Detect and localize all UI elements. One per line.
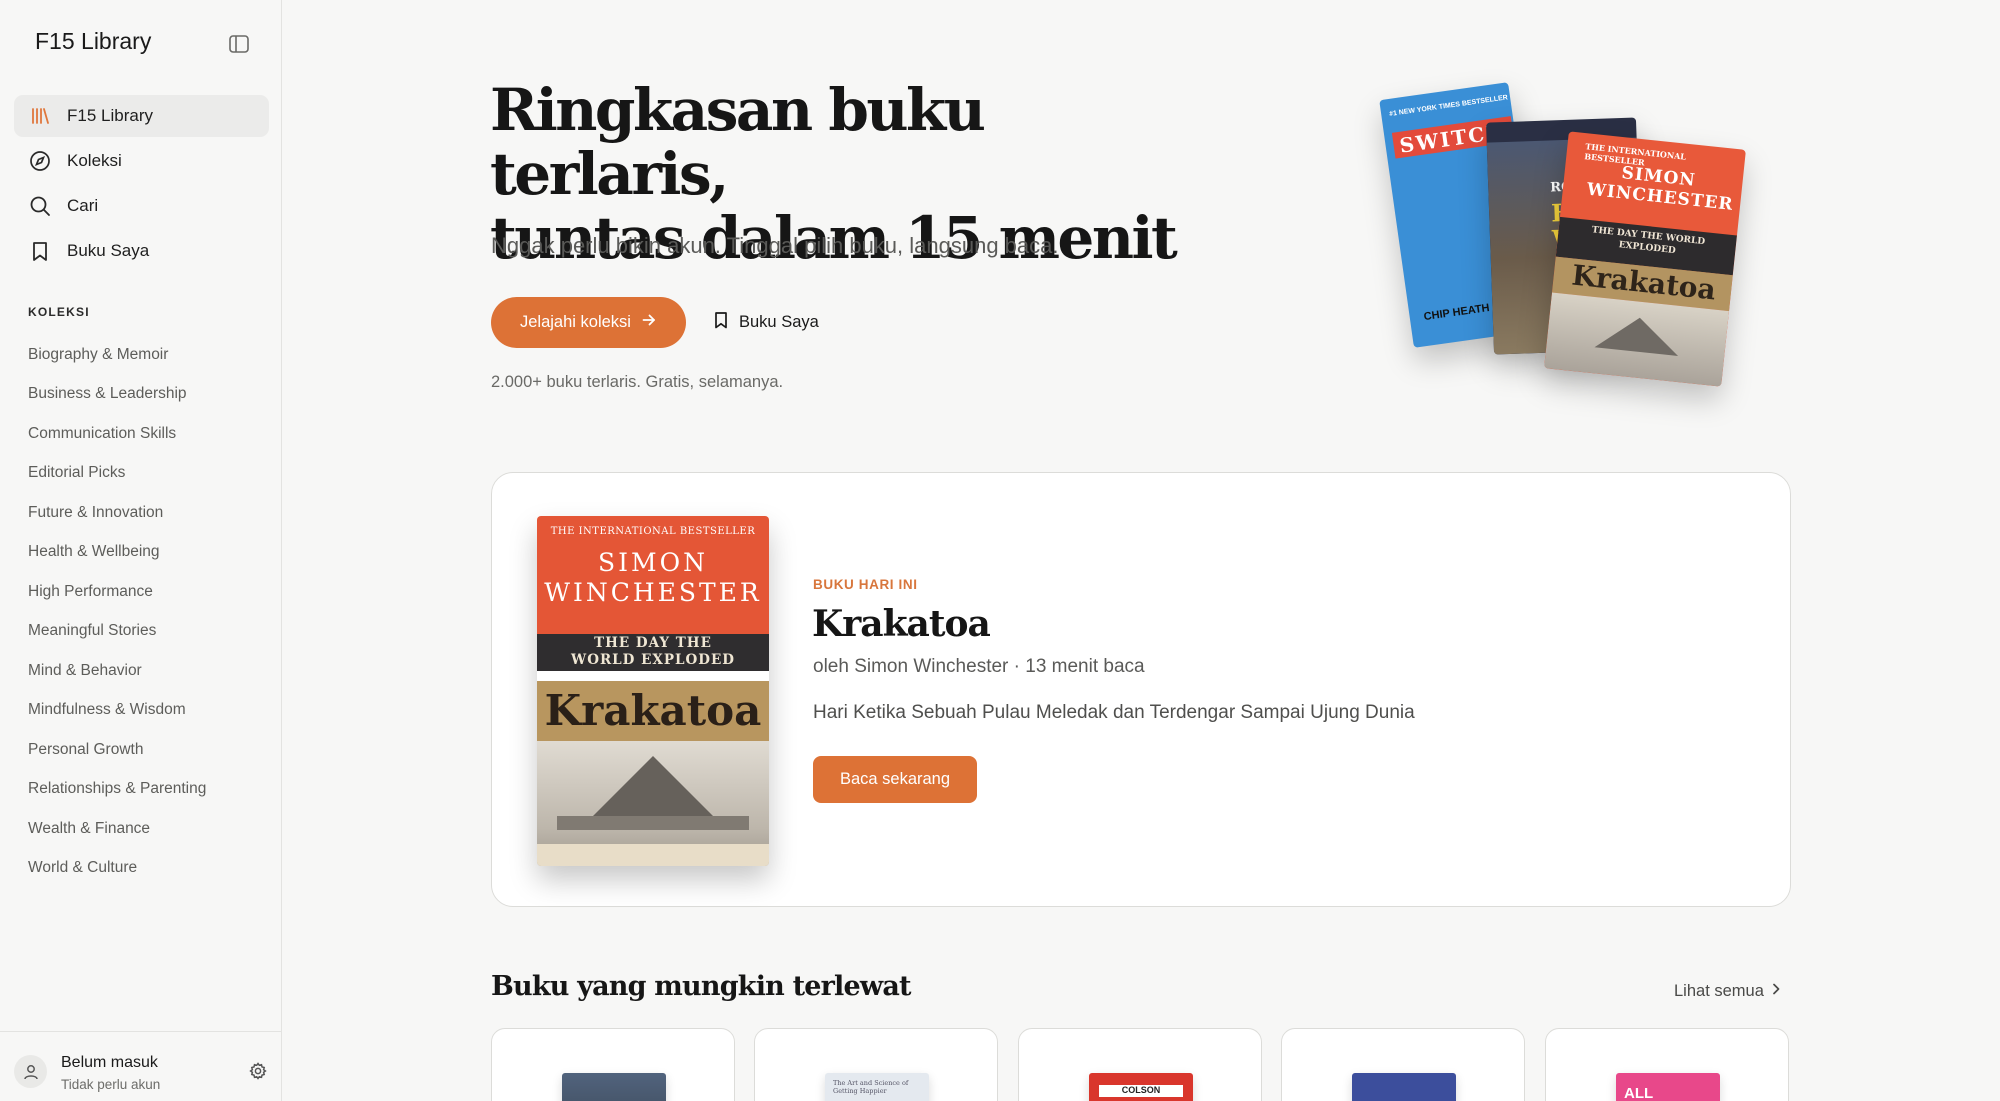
book-cover: COLSON (1089, 1073, 1193, 1101)
book-cover-label: ALL (1624, 1085, 1654, 1101)
nav-item-cari[interactable]: Cari (14, 185, 269, 227)
brand-title: F15 Library (35, 28, 152, 54)
category-link[interactable]: Meaningful Stories (28, 612, 206, 652)
nav-label: Cari (67, 196, 99, 215)
my-books-label: Buku Saya (739, 312, 819, 331)
read-now-button[interactable]: Baca sekarang (813, 756, 977, 803)
featured-book-cover[interactable]: THE INTERNATIONAL BESTSELLER SIMON WINCH… (537, 516, 769, 866)
bookmark-icon (29, 240, 51, 262)
chevron-right-icon (1770, 982, 1782, 1001)
featured-eyebrow: BUKU HARI INI (813, 577, 918, 592)
hero-note: 2.000+ buku terlaris. Gratis, selamanya. (491, 373, 784, 391)
explore-collection-label: Jelajahi koleksi (520, 313, 631, 331)
category-link[interactable]: Future & Innovation (28, 493, 206, 533)
book-cover (1352, 1073, 1456, 1101)
featured-title[interactable]: Krakatoa (812, 603, 991, 645)
book-card[interactable] (1281, 1028, 1525, 1101)
featured-meta: oleh Simon Winchester · 13 menit baca (813, 656, 1145, 677)
category-list: Biography & Memoir Business & Leadership… (28, 335, 206, 888)
hero-subtitle: Nggak perlu bikin akun. Tinggal pilih bu… (491, 233, 1059, 258)
category-link[interactable]: Personal Growth (28, 730, 206, 770)
category-link[interactable]: World & Culture (28, 849, 206, 889)
nav-item-koleksi[interactable]: Koleksi (14, 140, 269, 182)
cover-sub-line1: THE DAY THE (594, 635, 712, 651)
library-icon (29, 105, 51, 127)
nav-label: Buku Saya (67, 241, 150, 260)
cover-sub-line2: WORLD EXPLODED (571, 652, 735, 668)
category-link[interactable]: Relationships & Parenting (28, 770, 206, 810)
nav-item-library[interactable]: F15 Library (14, 95, 269, 137)
explore-collection-button[interactable]: Jelajahi koleksi (491, 297, 686, 348)
category-link[interactable]: Health & Wellbeing (28, 533, 206, 573)
book-card[interactable]: COLSON (1018, 1028, 1262, 1101)
cover-author-line2: WINCHESTER (544, 578, 762, 607)
category-link[interactable]: Editorial Picks (28, 454, 206, 494)
missed-books-heading: Buku yang mungkin terlewat (491, 971, 912, 1002)
category-link[interactable]: Biography & Memoir (28, 335, 206, 375)
hero-book-krakatoa: THE INTERNATIONAL BESTSELLER SIMON WINCH… (1544, 131, 1746, 387)
cover-top-label: THE INTERNATIONAL BESTSELLER (550, 526, 756, 537)
user-name: Belum masuk (61, 1054, 158, 1071)
search-icon (29, 195, 51, 217)
compass-icon (29, 150, 51, 172)
category-link[interactable]: Wealth & Finance (28, 809, 206, 849)
featured-description: Hari Ketika Sebuah Pulau Meledak dan Ter… (813, 702, 1415, 723)
category-link[interactable]: Mindfulness & Wisdom (28, 691, 206, 731)
book-card[interactable]: ALL (1545, 1028, 1789, 1101)
book-card[interactable] (491, 1028, 735, 1101)
nav-label: Koleksi (67, 151, 122, 170)
category-link[interactable]: Mind & Behavior (28, 651, 206, 691)
sidebar-toggle-icon[interactable] (226, 31, 252, 57)
user-subtitle: Tidak perlu akun (61, 1077, 161, 1092)
book-cover: ALL (1616, 1073, 1720, 1101)
category-link[interactable]: Business & Leadership (28, 375, 206, 415)
book-cover-label: COLSON (1121, 1085, 1161, 1095)
cover-title: Krakatoa (544, 686, 762, 735)
book-cover-label: The Art and Science of Getting Happier (833, 1079, 909, 1095)
book-card[interactable]: The Art and Science of Getting Happier (754, 1028, 998, 1101)
user-avatar-icon (14, 1055, 47, 1088)
featured-book-card: THE INTERNATIONAL BESTSELLER SIMON WINCH… (491, 472, 1791, 907)
cover-author-line1: SIMON (598, 548, 708, 577)
category-link[interactable]: High Performance (28, 572, 206, 612)
see-all-link[interactable]: Lihat semua (1674, 982, 1782, 1001)
see-all-label: Lihat semua (1674, 982, 1764, 1000)
sidebar: F15 Library F15 Library Koleksi Cari Buk… (0, 0, 282, 1101)
book-top-label: #1 NEW YORK TIMES BESTSELLER (1388, 94, 1509, 118)
nav-item-buku-saya[interactable]: Buku Saya (14, 230, 269, 272)
settings-gear-icon[interactable] (247, 1060, 269, 1082)
arrow-right-icon (641, 312, 657, 333)
user-panel[interactable]: Belum masuk Tidak perlu akun (0, 1031, 282, 1101)
book-cover: The Art and Science of Getting Happier (825, 1073, 929, 1101)
category-link[interactable]: Communication Skills (28, 414, 206, 454)
hero-title-line1: Ringkasan buku terlaris, (490, 76, 986, 208)
koleksi-section-title: KOLEKSI (28, 305, 90, 319)
bookmark-icon (713, 311, 729, 334)
nav-label: F15 Library (67, 106, 153, 125)
my-books-button[interactable]: Buku Saya (713, 307, 819, 337)
book-cover (562, 1073, 666, 1101)
main-nav: F15 Library Koleksi Cari Buku Saya (14, 95, 269, 275)
book-author: CHIP HEATH (1423, 302, 1491, 324)
